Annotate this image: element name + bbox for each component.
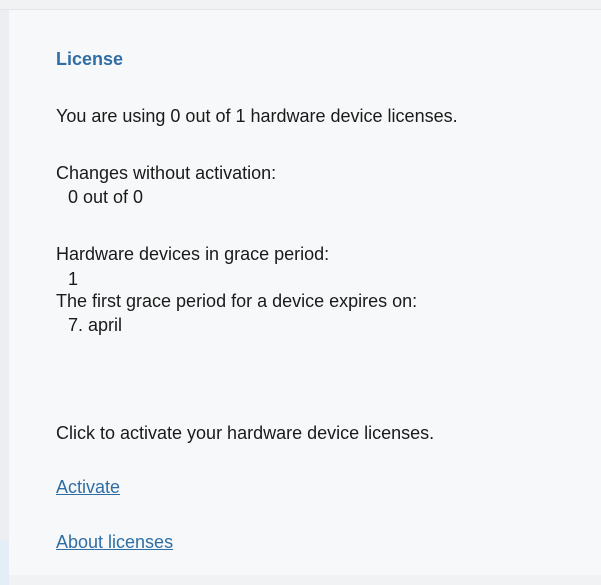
- left-gutter: [0, 10, 9, 585]
- activate-hint-text: Click to activate your hardware device l…: [56, 423, 435, 443]
- about-licenses-link[interactable]: About licenses: [56, 532, 173, 553]
- top-strip: [0, 0, 601, 10]
- left-gutter-accent: [0, 540, 9, 585]
- activate-link[interactable]: Activate: [56, 477, 120, 498]
- grace-period-label: Hardware devices in grace period:: [56, 244, 330, 264]
- license-title: License: [56, 49, 124, 69]
- license-usage-text: You are using 0 out of 1 hardware device…: [56, 106, 458, 126]
- grace-expiry-label: The first grace period for a device expi…: [56, 291, 418, 311]
- grace-period-value: 1: [68, 269, 79, 289]
- changes-value: 0 out of 0: [68, 187, 144, 207]
- grace-expiry-value: 7. april: [68, 315, 123, 335]
- license-panel: License You are using 0 out of 1 hardwar…: [9, 10, 601, 575]
- changes-label: Changes without activation:: [56, 163, 277, 183]
